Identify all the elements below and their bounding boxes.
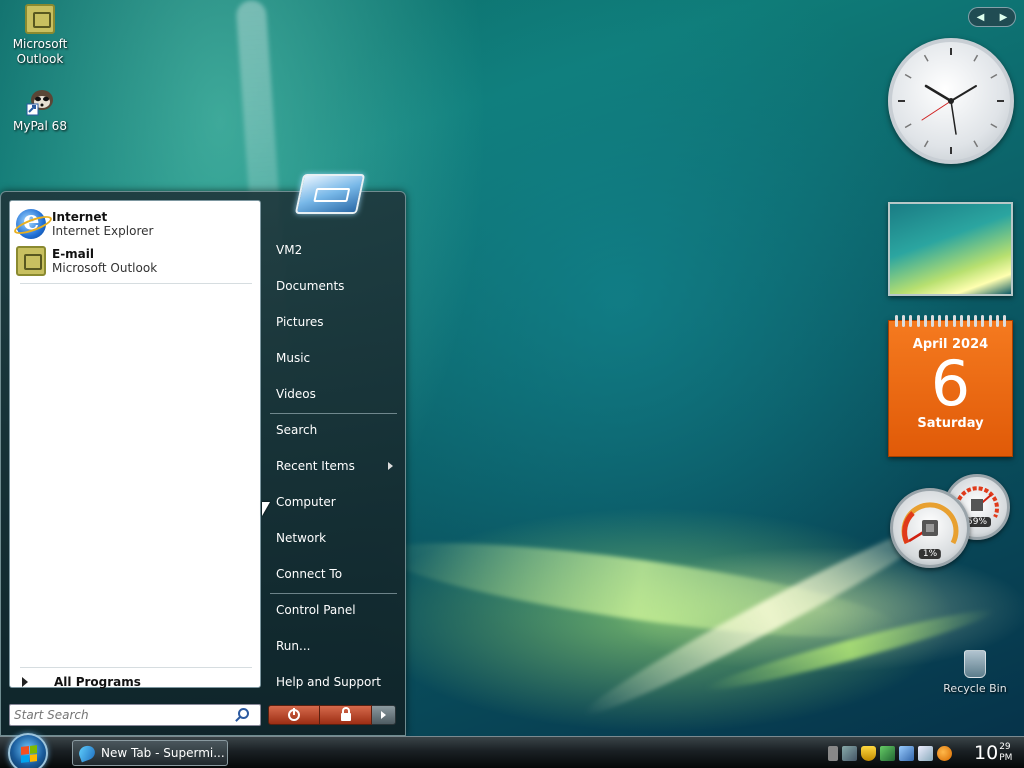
- monitor-icon[interactable]: [918, 745, 933, 761]
- taskbar-window-button[interactable]: New Tab - Supermi...: [72, 740, 228, 766]
- system-tray: [826, 737, 954, 768]
- recycle-bin-label: Recycle Bin: [943, 682, 1007, 695]
- start-search-input[interactable]: [14, 708, 234, 722]
- pinned-separator: [20, 283, 252, 284]
- security-shield-icon[interactable]: [861, 745, 876, 761]
- slideshow-gadget[interactable]: [888, 202, 1013, 296]
- calendar-day: 6: [930, 347, 971, 420]
- recycle-bin-icon: [964, 650, 986, 678]
- start-menu: Internet Internet Explorer E-mail Micros…: [0, 174, 406, 736]
- clock-ampm: PM: [999, 753, 1013, 763]
- gadget-sidebar-nav: ◀ ▶: [968, 7, 1016, 27]
- start-item-label: Control Panel: [276, 603, 356, 617]
- start-item-label: Computer: [276, 495, 336, 509]
- outlook-icon: [25, 4, 55, 34]
- start-button[interactable]: [8, 733, 48, 768]
- start-item-label: VM2: [276, 243, 303, 257]
- start-item-label: Network: [276, 531, 327, 545]
- network-icon[interactable]: [842, 745, 857, 761]
- start-item-label: Recent Items: [276, 459, 355, 473]
- chevron-right-icon: [22, 677, 28, 687]
- start-item-music[interactable]: Music: [269, 343, 399, 373]
- lock-button[interactable]: [320, 705, 372, 725]
- start-item-help-and-support[interactable]: Help and Support: [269, 667, 399, 697]
- start-item-control-panel[interactable]: Control Panel: [269, 595, 399, 625]
- lock-icon: [340, 707, 351, 721]
- all-programs-separator: [20, 667, 252, 668]
- start-item-computer[interactable]: Computer: [269, 487, 399, 517]
- clock-hour: 10: [974, 742, 999, 764]
- start-item-pictures[interactable]: Pictures: [269, 307, 399, 337]
- show-hidden-icons-icon[interactable]: [828, 745, 838, 761]
- pinned-item-internet[interactable]: Internet Internet Explorer: [10, 205, 260, 242]
- calendar-rings: [889, 315, 1012, 327]
- windows-logo-icon: [21, 745, 37, 763]
- search-icon[interactable]: [234, 708, 249, 722]
- desktop-icon-outlook[interactable]: Microsoft Outlook: [0, 4, 80, 67]
- desktop-icon-label: MyPal 68: [13, 119, 67, 133]
- start-item-label: Help and Support: [276, 675, 381, 689]
- all-programs-label: All Programs: [54, 675, 141, 689]
- display-icon[interactable]: [899, 745, 914, 761]
- start-item-label: Music: [276, 351, 311, 365]
- cpu-meter-gadget[interactable]: 1%: [890, 488, 970, 568]
- start-right-separator: [270, 593, 397, 594]
- start-search-box[interactable]: [9, 704, 261, 726]
- supermium-browser-icon: [77, 743, 97, 763]
- taskbar: New Tab - Supermi... 10 29 PM: [0, 733, 1024, 768]
- pinned-item-subtitle: Microsoft Outlook: [52, 260, 158, 275]
- calendar-weekday: Saturday: [917, 416, 984, 431]
- power-controls: [268, 705, 396, 725]
- outlook-icon: [16, 245, 46, 276]
- taskbar-window-title: New Tab - Supermi...: [101, 746, 225, 760]
- pinned-item-title: Internet: [52, 209, 108, 224]
- user-picture[interactable]: [294, 174, 366, 214]
- pinned-item-subtitle: Internet Explorer: [52, 223, 154, 238]
- chevron-right-icon: [381, 711, 386, 719]
- desktop-icon-label: Microsoft Outlook: [12, 37, 68, 66]
- clock-gadget[interactable]: [888, 38, 1014, 164]
- start-item-run[interactable]: Run...: [269, 631, 399, 661]
- gadget-next-button[interactable]: ▶: [1000, 12, 1008, 23]
- start-item-videos[interactable]: Videos: [269, 379, 399, 409]
- start-item-label: Pictures: [276, 315, 324, 329]
- desktop-icon-recycle-bin[interactable]: Recycle Bin: [940, 650, 1010, 695]
- connection-icon[interactable]: [880, 745, 895, 761]
- start-item-label: Search: [276, 423, 318, 437]
- desktop-icon-mypal[interactable]: MyPal 68: [0, 86, 80, 134]
- start-item-label: Run...: [276, 639, 311, 653]
- internet-explorer-icon: [16, 206, 46, 239]
- start-item-user-folder[interactable]: VM2: [269, 235, 399, 265]
- gadget-prev-button[interactable]: ◀: [977, 12, 985, 23]
- start-right-separator: [270, 413, 397, 414]
- search-tray-icon[interactable]: [937, 745, 952, 761]
- start-item-recent-items[interactable]: Recent Items: [269, 451, 399, 481]
- cpu-usage-label: 1%: [918, 549, 942, 559]
- start-menu-programs-pane: Internet Internet Explorer E-mail Micros…: [9, 200, 261, 689]
- chevron-right-icon: [388, 462, 393, 470]
- start-item-connect-to[interactable]: Connect To: [269, 559, 399, 589]
- clock-minute: 29: [999, 742, 1011, 752]
- power-icon: [288, 708, 300, 721]
- mypal-icon: [25, 86, 55, 116]
- start-item-label: Connect To: [276, 567, 343, 581]
- start-item-label: Videos: [276, 387, 316, 401]
- start-item-label: Documents: [276, 279, 345, 293]
- start-item-network[interactable]: Network: [269, 523, 399, 553]
- mouse-cursor: [262, 502, 270, 516]
- calendar-gadget[interactable]: April 2024 6 Saturday: [888, 315, 1013, 457]
- all-programs-button[interactable]: All Programs: [18, 675, 141, 689]
- pinned-item-title: E-mail: [52, 246, 95, 261]
- shutdown-options-button[interactable]: [372, 705, 396, 725]
- power-button[interactable]: [268, 705, 320, 725]
- start-item-documents[interactable]: Documents: [269, 271, 399, 301]
- pinned-item-email[interactable]: E-mail Microsoft Outlook: [10, 242, 260, 279]
- taskbar-clock[interactable]: 10 29 PM: [974, 739, 1012, 767]
- start-item-search[interactable]: Search: [269, 415, 399, 445]
